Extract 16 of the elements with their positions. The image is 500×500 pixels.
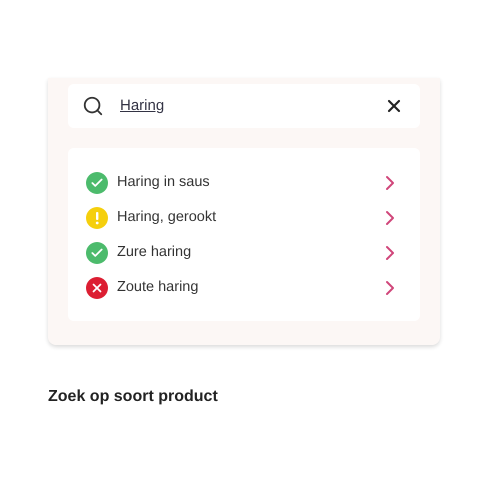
result-label: Haring, gerookt [117, 208, 218, 228]
check-icon [86, 172, 108, 194]
section-title: Zoek op soort product [48, 387, 219, 407]
result-item[interactable]: Zoute haring [86, 277, 402, 299]
result-item[interactable]: Haring, gerookt [86, 207, 402, 229]
check-icon [86, 242, 108, 264]
search-field[interactable]: Haring [68, 84, 420, 128]
exclamation-icon [86, 207, 108, 229]
result-label: Zure haring [117, 243, 192, 262]
result-label: Zoute haring [117, 278, 200, 298]
result-label: Haring in saus [117, 173, 211, 192]
cross-icon [86, 277, 108, 299]
search-icon [82, 95, 104, 117]
result-item[interactable]: Haring in saus [86, 172, 402, 194]
result-item[interactable]: Zure haring [86, 242, 402, 264]
search-value: Haring [120, 96, 166, 116]
